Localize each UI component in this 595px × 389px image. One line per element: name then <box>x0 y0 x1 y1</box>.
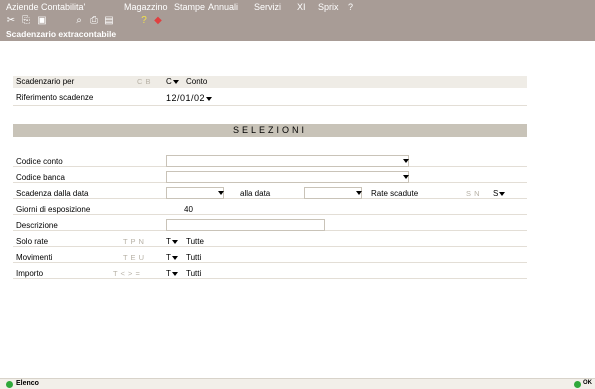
print-icon[interactable]: ⎙ <box>88 15 100 26</box>
separator <box>13 105 527 106</box>
alla-data-input[interactable] <box>304 187 362 199</box>
menu-stampe[interactable]: Stampe <box>174 2 205 12</box>
save-icon[interactable]: ▤ <box>103 15 115 26</box>
codice-conto-label: Codice conto <box>16 157 63 166</box>
menu-sprix[interactable]: Sprix <box>318 2 339 12</box>
section-header: SELEZIONI <box>13 124 527 137</box>
elenco-button[interactable]: Elenco <box>16 380 39 387</box>
section-title: SELEZIONI <box>232 125 307 135</box>
descrizione-label: Descrizione <box>16 221 58 230</box>
movimenti-options: T E U <box>123 253 145 262</box>
scadenzario-per-select[interactable]: C <box>166 77 179 86</box>
alla-data-label: alla data <box>240 189 271 198</box>
menu-aziende[interactable]: Aziende <box>6 2 39 12</box>
separator <box>13 278 527 279</box>
window-title-bar: Scadenzario extracontabile <box>0 28 595 41</box>
menu-help[interactable]: ? <box>348 2 353 12</box>
importo-desc: Tutti <box>186 269 202 278</box>
codice-banca-label: Codice banca <box>16 173 65 182</box>
movimenti-desc: Tutti <box>186 253 202 262</box>
menu-magazzino[interactable]: Magazzino <box>124 2 168 12</box>
ok-button[interactable]: OK <box>583 380 592 386</box>
importo-select[interactable]: T <box>166 269 178 278</box>
riferimento-date-field[interactable]: 12/01/02 <box>166 93 213 103</box>
scadenza-dalla-dropdown-icon[interactable] <box>218 191 224 195</box>
codice-conto-input[interactable] <box>166 155 409 167</box>
window-title: Scadenzario extracontabile <box>6 29 117 39</box>
menu-servizi[interactable]: Servizi <box>254 2 281 12</box>
ok-icon[interactable] <box>574 381 581 388</box>
importo-label: Importo <box>16 269 44 278</box>
giorni-value[interactable]: 40 <box>184 205 193 214</box>
alla-data-dropdown-icon[interactable] <box>356 191 362 195</box>
rate-scadute-select[interactable]: S <box>493 189 506 198</box>
paste-icon[interactable]: ▣ <box>36 15 48 26</box>
menu-bar: Aziende Contabilita' Magazzino Stampe An… <box>0 0 595 14</box>
solo-rate-options: T P N <box>123 237 145 246</box>
giorni-label: Giorni di esposizione <box>16 205 91 214</box>
scadenza-dalla-label: Scadenza dalla data <box>16 189 89 198</box>
separator <box>13 198 527 199</box>
separator <box>13 246 527 247</box>
descrizione-input[interactable] <box>166 219 325 231</box>
scadenza-dalla-input[interactable] <box>166 187 224 199</box>
codice-banca-input[interactable] <box>166 171 409 183</box>
separator <box>13 262 527 263</box>
menu-annuali[interactable]: Annuali <box>208 2 238 12</box>
codice-banca-dropdown-icon[interactable] <box>403 175 409 179</box>
rate-scadute-label: Rate scadute <box>371 189 419 198</box>
elenco-icon[interactable] <box>6 381 13 388</box>
movimenti-select[interactable]: T <box>166 253 178 262</box>
cut-icon[interactable]: ✂ <box>5 15 17 26</box>
solo-rate-select[interactable]: T <box>166 237 178 246</box>
solo-rate-label: Solo rate <box>16 237 49 246</box>
riferimento-label: Riferimento scadenze <box>16 93 94 102</box>
solo-rate-desc: Tutte <box>186 237 204 246</box>
movimenti-label: Movimenti <box>16 253 53 262</box>
help-icon[interactable]: ? <box>138 15 150 26</box>
scadenzario-per-label: Scadenzario per <box>16 77 75 86</box>
scadenzario-per-desc: Conto <box>186 77 208 86</box>
importo-options: T < > = <box>113 269 141 278</box>
separator <box>13 214 527 215</box>
rate-scadute-options: S N <box>466 189 481 198</box>
scadenzario-per-options: C B <box>137 77 152 86</box>
row-bg <box>13 76 527 88</box>
eraser-icon[interactable]: ◆ <box>152 15 164 26</box>
toolbar: ✂ ⎘ ▣ ⌕ ⎙ ▤ ? ◆ <box>0 14 595 28</box>
find-icon[interactable]: ⌕ <box>73 15 85 26</box>
status-bar: Elenco OK <box>0 378 595 389</box>
copy-icon[interactable]: ⎘ <box>20 15 32 26</box>
menu-contabilita[interactable]: Contabilita' <box>41 2 85 12</box>
menu-xi[interactable]: XI <box>297 2 306 12</box>
codice-conto-dropdown-icon[interactable] <box>403 159 409 163</box>
